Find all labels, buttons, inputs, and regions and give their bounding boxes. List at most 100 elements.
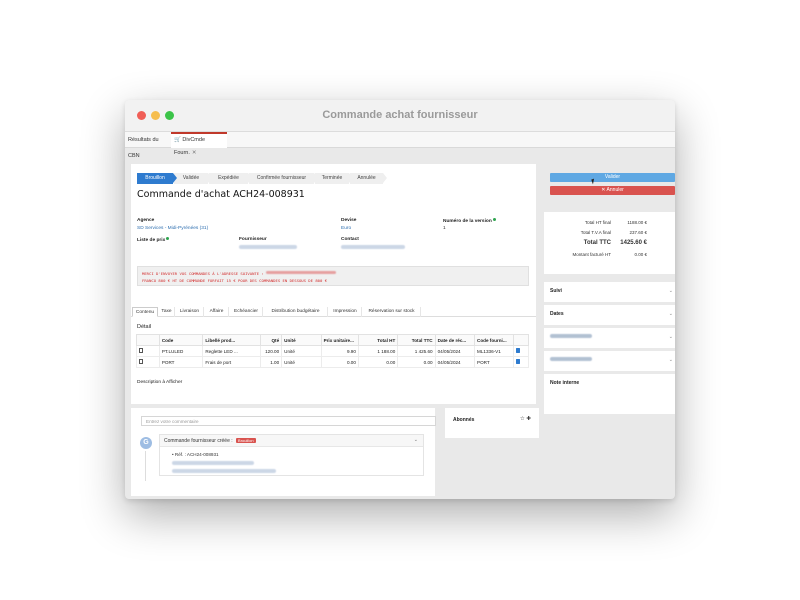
accordion-caracteristiques[interactable]: ⌄ [544, 351, 675, 371]
detail-table: Code Libellé prod... Qté Unité Prix unit… [136, 334, 529, 368]
row-cell-prix-unitaire: 0.00 [320, 356, 359, 368]
accordion-dates[interactable]: Dates ⌄ [544, 305, 675, 325]
row-cell-total-ttc: 0.00 [397, 356, 436, 368]
version-label: Numéro de la version [443, 218, 496, 224]
total-tva-value: 237.60 € [629, 230, 647, 235]
step-brouillon[interactable]: Brouillon [137, 173, 177, 184]
row-cell-code-fournisseur: PORT [474, 356, 515, 368]
row-cell-total-ht: 0.00 [357, 356, 399, 368]
event-detail-blurred [172, 469, 276, 473]
chevron-down-icon[interactable]: ⌄ [414, 437, 418, 443]
row-cell-libelle: Frais de port [202, 356, 262, 368]
document-icon[interactable] [139, 348, 143, 353]
row-cell-unite: Unité [281, 356, 322, 368]
version-value: 1 [443, 226, 446, 231]
event-header[interactable]: Commande fournisseur créée : Brouillon ⌄ [160, 435, 423, 447]
tab-strip: Résultats du CBN 🛒 DivCmde Fourn. ✕ [125, 132, 675, 159]
tab-taxe[interactable]: Taxe [159, 307, 175, 317]
col-header-prix-unitaire[interactable]: Prix unitaire... [320, 334, 359, 346]
totals-panel: Total HT final 1188.00 € Total T.V.A fin… [544, 212, 675, 274]
montant-facture-value: 0.00 € [634, 252, 647, 257]
page-title: Commande d'achat ACH24-008931 [137, 189, 305, 200]
tab-reservation-stock[interactable]: Réservation sur stock [363, 307, 421, 317]
tab-livraison[interactable]: Livraison [176, 307, 204, 317]
annuler-label: Annuler [606, 187, 624, 193]
fournisseur-value-blurred[interactable] [239, 245, 297, 249]
table-row[interactable]: PT.LULED Reglette LED ... 120.00 Unité 9… [136, 345, 529, 357]
devise-value[interactable]: Euro [341, 226, 351, 231]
tab-affaire[interactable]: Affaire [205, 307, 229, 317]
tab-resultats-cbn[interactable]: Résultats du CBN [125, 132, 169, 159]
row-cell-code: PORT [158, 356, 204, 368]
step-validee[interactable]: Validée [174, 173, 212, 184]
version-label-text: Numéro de la version [443, 219, 492, 224]
close-tab-icon[interactable]: ✕ [192, 150, 197, 156]
contact-label: Contact [341, 237, 359, 242]
row-cell-icon [136, 345, 160, 357]
notice-line-1: MERCI D'ENVOYER VOS COMMANDES À L'ADRESS… [142, 270, 524, 277]
accordion-label: Suivi [550, 288, 562, 294]
avatar: G [140, 437, 152, 449]
col-header-date[interactable]: Date de réc... [434, 334, 476, 346]
trash-icon[interactable] [516, 359, 520, 364]
accordion-references[interactable]: ⌄ [544, 328, 675, 348]
step-annulee[interactable]: Annulée [350, 173, 387, 184]
montant-facture-label: Montant facturé HT [572, 252, 611, 257]
liste-prix-label-text: Liste de prix [137, 238, 166, 243]
event-title: Commande fournisseur créée : [164, 438, 233, 444]
supplier-notice: MERCI D'ENVOYER VOS COMMANDES À L'ADRESS… [137, 266, 529, 286]
row-cell-date: 04/05/2024 [434, 356, 476, 368]
fournisseur-label: Fournisseur [239, 237, 267, 242]
info-dot-icon [492, 218, 496, 221]
notice-line-2: FRANCO 800 € HT DE COMMANDE FORFAIT 15 €… [142, 278, 328, 283]
contact-value-blurred[interactable] [341, 245, 405, 249]
table-row[interactable]: PORT Frais de port 1.00 Unité 0.00 0.00 … [136, 356, 529, 368]
col-header-code-fournisseur[interactable]: Code fourni... [474, 334, 515, 346]
row-cell-qte: 120.00 [260, 345, 283, 357]
close-icon: ✕ [601, 187, 606, 193]
notice-line-1-text: MERCI D'ENVOYER VOS COMMANDES À L'ADRESS… [142, 271, 264, 276]
col-header-total-ht[interactable]: Total HT [357, 334, 399, 346]
annuler-button[interactable]: ✕ Annuler [550, 186, 675, 195]
table-header-row: Code Libellé prod... Qté Unité Prix unit… [136, 334, 529, 346]
tab-contenu[interactable]: Contenu [132, 307, 158, 317]
row-cell-total-ht: 1 188.00 [357, 345, 399, 357]
col-header-total-ttc[interactable]: Total TTC [397, 334, 436, 346]
event-detail-blurred [172, 461, 254, 465]
step-expediee[interactable]: Expédiée [209, 173, 252, 184]
comment-input[interactable]: Entrez votre commentaire [141, 416, 436, 426]
step-terminee[interactable]: Terminée [315, 173, 353, 184]
col-header-unite[interactable]: Unité [281, 334, 322, 346]
document-icon[interactable] [139, 359, 143, 364]
col-header-code[interactable]: Code [158, 334, 204, 346]
window-title: Commande achat fournisseur [322, 109, 478, 121]
event-ref-text: Réf. : ACH24-008931 [174, 452, 219, 457]
devise-label: Devise [341, 218, 357, 223]
step-confirmee-fournisseur[interactable]: Confirmée fournisseur [249, 173, 318, 184]
montant-facture-row: Montant facturé HT 0.00 € [550, 252, 669, 260]
trash-icon[interactable] [516, 348, 520, 353]
accordion-label: Note interne [550, 380, 580, 386]
tab-impression[interactable]: Impression [329, 307, 362, 317]
timeline-event: Commande fournisseur créée : Brouillon ⌄… [159, 434, 424, 476]
accordion-label-blurred [550, 334, 592, 338]
tab-distribution-budgetaire[interactable]: Distribution budgétaire [264, 307, 328, 317]
star-plus-icons[interactable]: ☆ ✚ [520, 416, 531, 422]
accordion-note-interne[interactable]: Note interne [544, 374, 675, 414]
row-cell-actions [513, 356, 529, 368]
row-cell-unite: Unité [281, 345, 322, 357]
content-tabs: Contenu Taxe Livraison Affaire Echéancie… [131, 307, 536, 317]
total-ht-value: 1188.00 € [627, 220, 647, 225]
total-ht-row: Total HT final 1188.00 € [550, 220, 669, 228]
col-header-libelle[interactable]: Libellé prod... [202, 334, 262, 346]
app-window: Commande achat fournisseur Résultats du … [125, 100, 675, 499]
agence-value[interactable]: SD Services - Midi-Pyrénées (31) [137, 226, 208, 231]
total-ttc-row: Total TTC 1425.60 € [550, 240, 669, 248]
chevron-down-icon: ⌄ [668, 288, 673, 294]
tab-commande-fournisseur[interactable]: 🛒 DivCmde Fourn. ✕ [171, 132, 227, 156]
tab-echeancier[interactable]: Echéancier [230, 307, 263, 317]
col-header-qte[interactable]: Qté [260, 334, 283, 346]
accordion-suivi[interactable]: Suivi ⌄ [544, 282, 675, 302]
col-header-actions [513, 334, 529, 346]
valider-button[interactable]: Valider [550, 173, 675, 182]
